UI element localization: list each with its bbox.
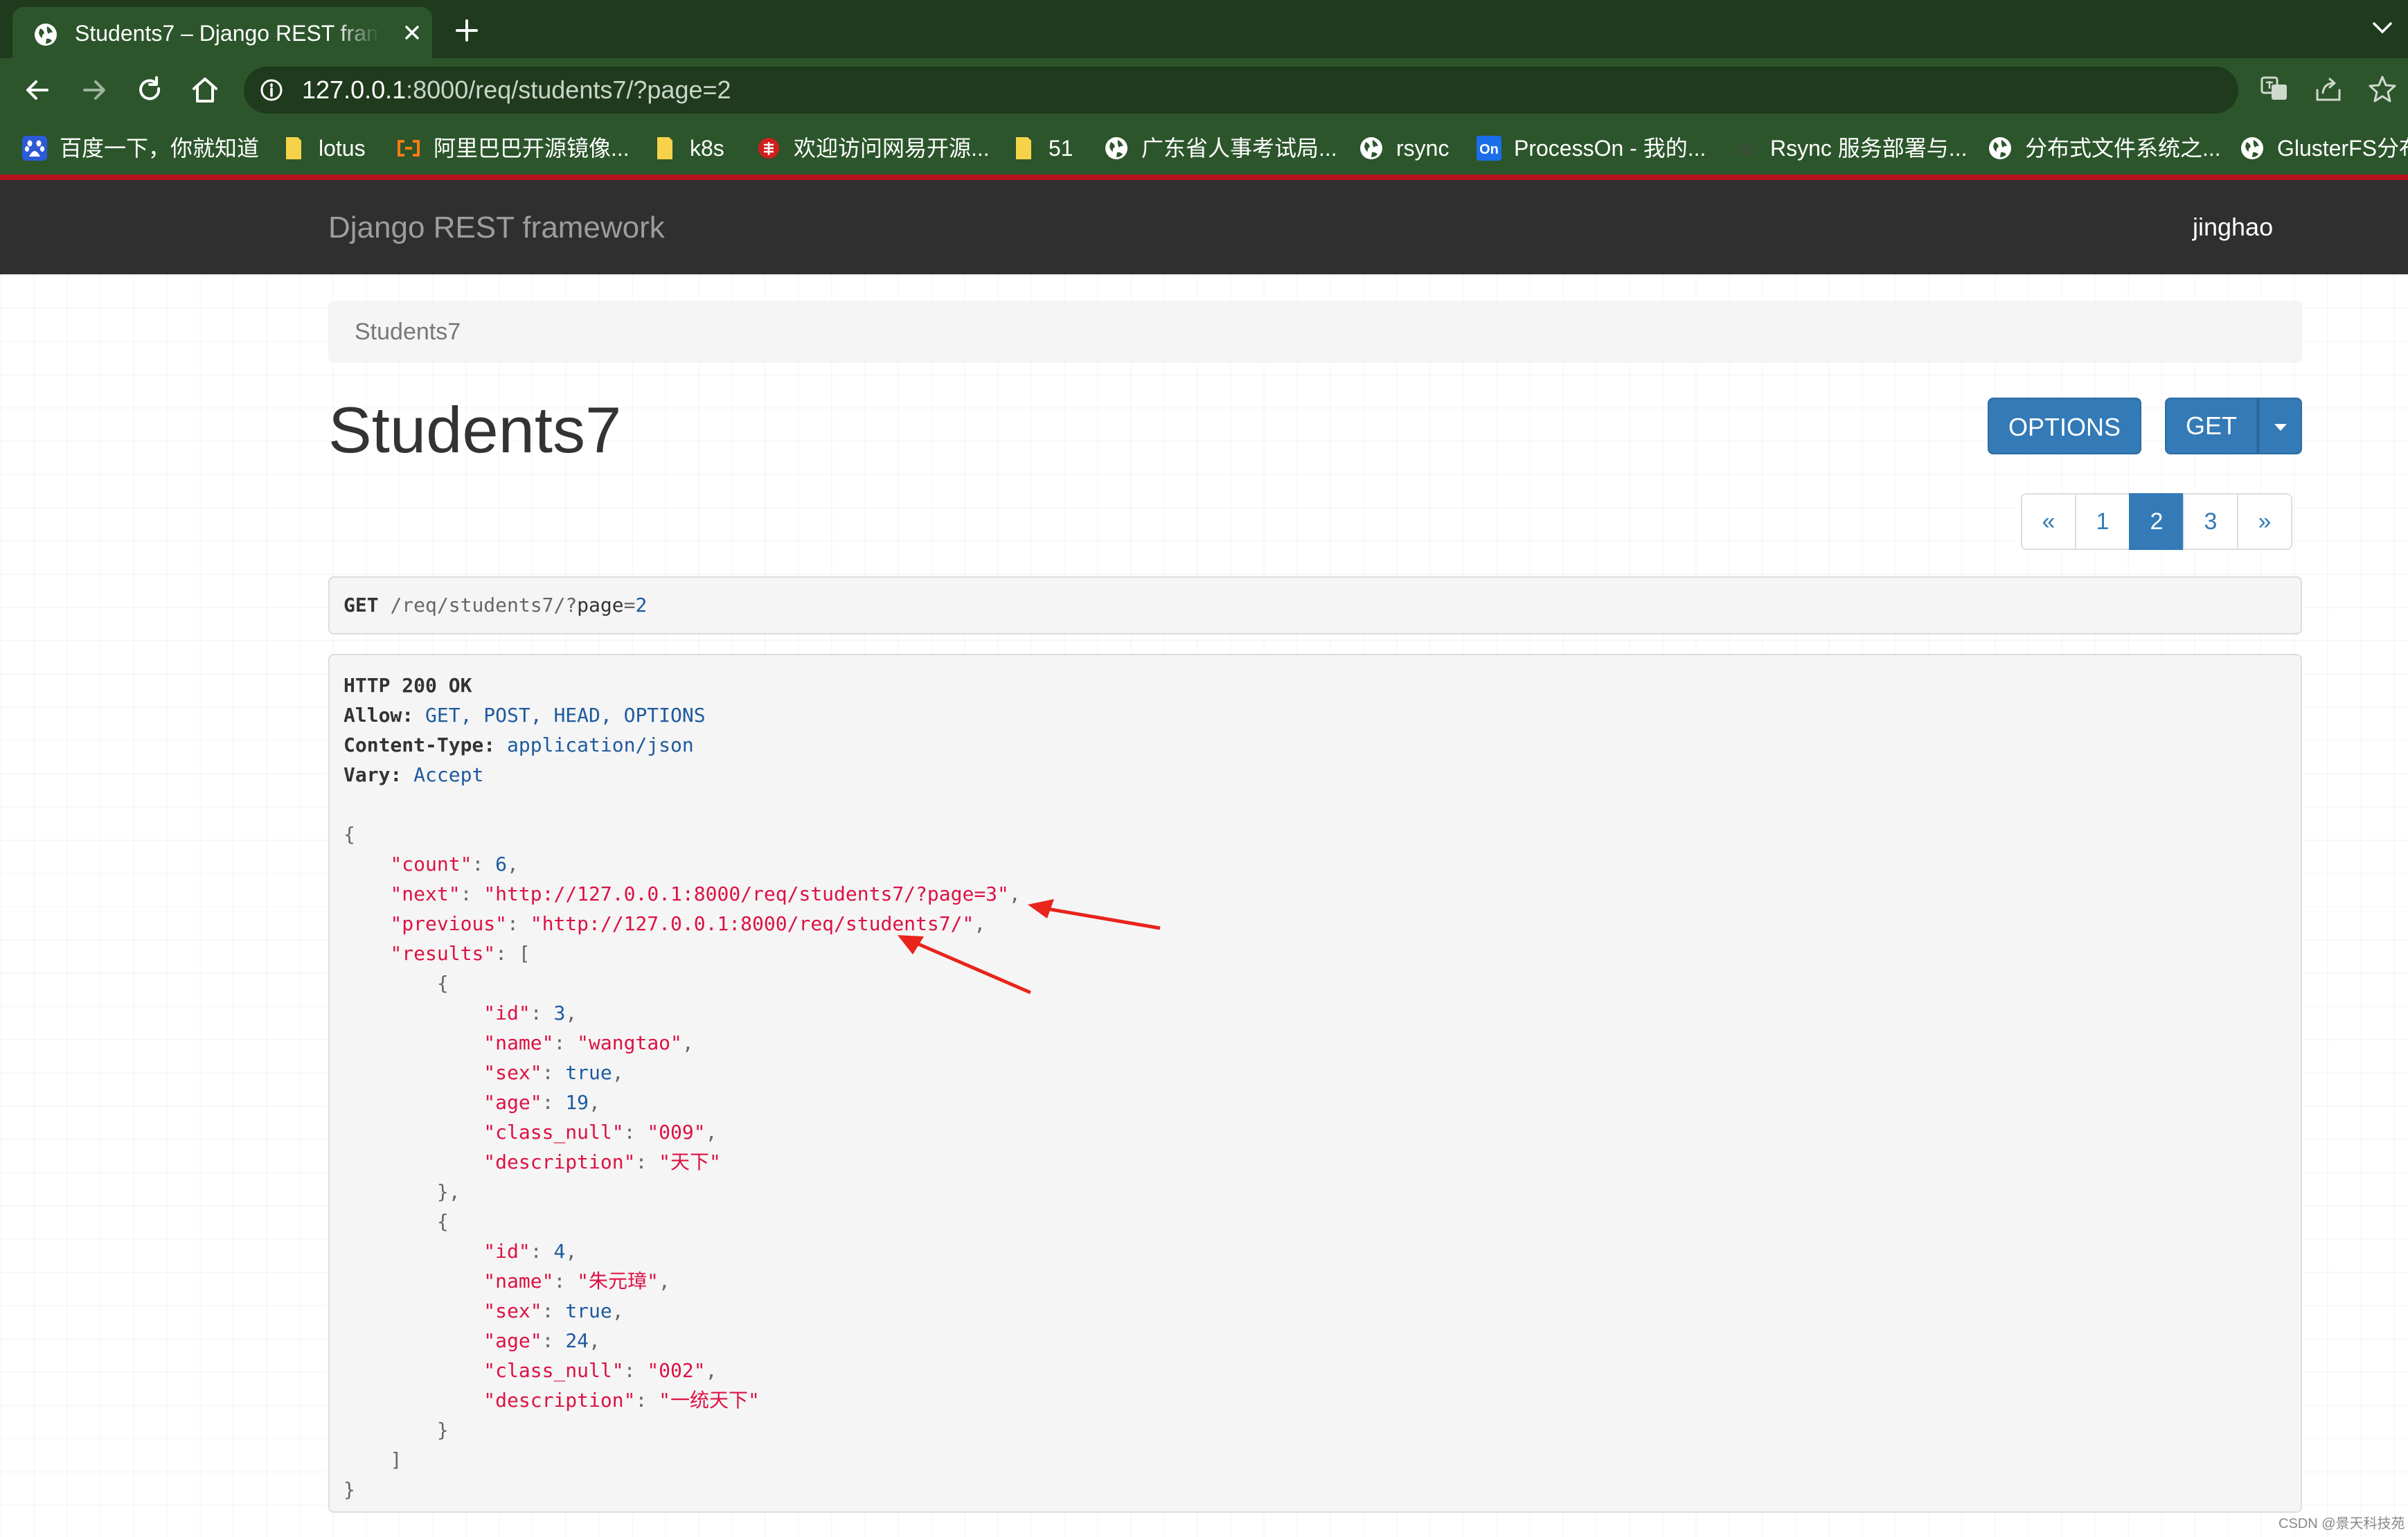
request-method: GET bbox=[344, 594, 379, 616]
site-info-icon[interactable] bbox=[259, 78, 284, 103]
pagination-page-2[interactable]: 2 bbox=[2129, 493, 2184, 550]
breadcrumb: Students7 bbox=[328, 301, 2302, 363]
folder-icon bbox=[286, 137, 301, 159]
pagination-next[interactable]: » bbox=[2237, 493, 2292, 550]
bookmark-label: Rsync 服务部署与... bbox=[1770, 136, 1968, 161]
bookmark-lotus[interactable]: lotus bbox=[280, 132, 366, 165]
new-tab-icon[interactable] bbox=[452, 15, 482, 46]
globe-icon bbox=[2241, 137, 2263, 159]
bookmark-netease[interactable]: 欢迎访问网易开源... bbox=[755, 132, 990, 165]
request-line: GET /req/students7/?page=2 bbox=[344, 593, 647, 618]
request-info: GET /req/students7/?page=2 bbox=[328, 576, 2302, 634]
close-tab-icon[interactable] bbox=[400, 21, 424, 44]
baidu-paw-icon bbox=[22, 136, 47, 161]
browser-tab-strip: Students7 – Django REST framework bbox=[0, 0, 2408, 58]
share-icon[interactable] bbox=[2313, 73, 2344, 104]
browser-tab[interactable]: Students7 – Django REST framework bbox=[12, 7, 432, 58]
bookmark-label: 阿里巴巴开源镜像... bbox=[434, 136, 630, 161]
bookmark-label: ProcessOn - 我的... bbox=[1514, 136, 1706, 161]
svg-text:On: On bbox=[1479, 142, 1499, 157]
folder-icon bbox=[1016, 137, 1031, 159]
url-path: :8000/req/students7/?page=2 bbox=[406, 75, 731, 104]
translate-icon[interactable] bbox=[2259, 73, 2290, 104]
watermark: CSDN @景天科技苑 bbox=[2278, 1516, 2405, 1531]
drf-navbar: Django REST framework jinghao bbox=[0, 180, 2408, 274]
cnblogs-icon bbox=[1736, 144, 1755, 155]
url-host: 127.0.0.1 bbox=[302, 75, 407, 104]
home-icon[interactable] bbox=[188, 73, 222, 107]
bookmark-label: lotus bbox=[319, 136, 366, 161]
bookmark-aliyun[interactable]: 阿里巴巴开源镜像... bbox=[395, 132, 630, 165]
globe-icon bbox=[1360, 137, 1382, 159]
bookmark-glusterfs[interactable]: GlusterFS分布 bbox=[2238, 132, 2408, 165]
pagination-previous[interactable]: « bbox=[2021, 493, 2076, 550]
options-button[interactable]: OPTIONS bbox=[1988, 398, 2141, 454]
request-path: /req/students7/?page=2 bbox=[390, 594, 648, 616]
bookmark-star-icon[interactable] bbox=[2367, 73, 2398, 104]
bookmark-label: k8s bbox=[690, 136, 724, 161]
bookmark-rsync-deploy[interactable]: Rsync 服务部署与... bbox=[1731, 132, 1967, 165]
page-title: Students7 bbox=[328, 393, 622, 466]
response-info: HTTP 200 OK Allow: GET, POST, HEAD, OPTI… bbox=[328, 654, 2302, 1513]
address-bar[interactable]: 127.0.0.1:8000/req/students7/?page=2 bbox=[244, 66, 2238, 114]
user-menu[interactable]: jinghao bbox=[2193, 212, 2273, 242]
response-content: HTTP 200 OK Allow: GET, POST, HEAD, OPTI… bbox=[344, 674, 1021, 1501]
bookmark-label: rsync bbox=[1396, 136, 1450, 161]
globe-icon bbox=[1989, 137, 2011, 159]
bookmark-label: 51 bbox=[1049, 136, 1073, 161]
bookmark-k8s[interactable]: k8s bbox=[651, 132, 724, 165]
breadcrumb-item[interactable]: Students7 bbox=[355, 317, 461, 346]
reload-icon[interactable] bbox=[133, 73, 166, 107]
bookmark-gd-exam[interactable]: 广东省人事考试局... bbox=[1103, 132, 1337, 165]
back-icon[interactable] bbox=[21, 73, 54, 107]
forward-icon[interactable] bbox=[78, 73, 111, 107]
netease-icon bbox=[758, 138, 779, 159]
get-button[interactable]: GET bbox=[2165, 398, 2258, 454]
bookmark-label: 广东省人事考试局... bbox=[1141, 136, 1337, 161]
bookmarks-bar: 百度一下，你就知道 lotus 阿里巴巴开源镜像... k8s 欢迎访问网易开源… bbox=[0, 122, 2408, 175]
tab-search-chevron-icon[interactable] bbox=[2369, 15, 2396, 40]
globe-icon bbox=[35, 24, 57, 46]
bookmark-processon[interactable]: On ProcessOn - 我的... bbox=[1475, 132, 1706, 165]
browser-toolbar: 127.0.0.1:8000/req/students7/?page=2 bbox=[0, 58, 2408, 122]
bookmark-label: 欢迎访问网易开源... bbox=[794, 136, 990, 161]
folder-icon bbox=[657, 137, 672, 159]
pagination-page-3[interactable]: 3 bbox=[2183, 493, 2238, 550]
bookmark-rsync[interactable]: rsync bbox=[1357, 132, 1449, 165]
bookmark-label: 分布式文件系统之... bbox=[2025, 136, 2221, 161]
bookmark-label: GlusterFS分布 bbox=[2277, 136, 2408, 161]
aliyun-icon bbox=[398, 140, 420, 157]
bookmark-label: 百度一下，你就知道 bbox=[60, 136, 260, 161]
drf-brand-link[interactable]: Django REST framework bbox=[328, 211, 665, 245]
globe-icon bbox=[1105, 137, 1127, 159]
processon-icon: On bbox=[1477, 136, 1501, 161]
tab-title: Students7 – Django REST framework bbox=[75, 21, 380, 46]
get-format-dropdown[interactable] bbox=[2258, 398, 2302, 454]
caret-down-icon bbox=[2274, 424, 2287, 431]
bookmark-dfs[interactable]: 分布式文件系统之... bbox=[1986, 132, 2221, 165]
navbar-accent-line bbox=[0, 175, 2408, 180]
pagination: « 1 2 3 » bbox=[2021, 493, 2292, 550]
address-url[interactable]: 127.0.0.1:8000/req/students7/?page=2 bbox=[302, 76, 731, 104]
bookmark-baidu[interactable]: 百度一下，你就知道 bbox=[21, 132, 259, 165]
bookmark-51[interactable]: 51 bbox=[1010, 132, 1073, 165]
pagination-page-1[interactable]: 1 bbox=[2075, 493, 2130, 550]
